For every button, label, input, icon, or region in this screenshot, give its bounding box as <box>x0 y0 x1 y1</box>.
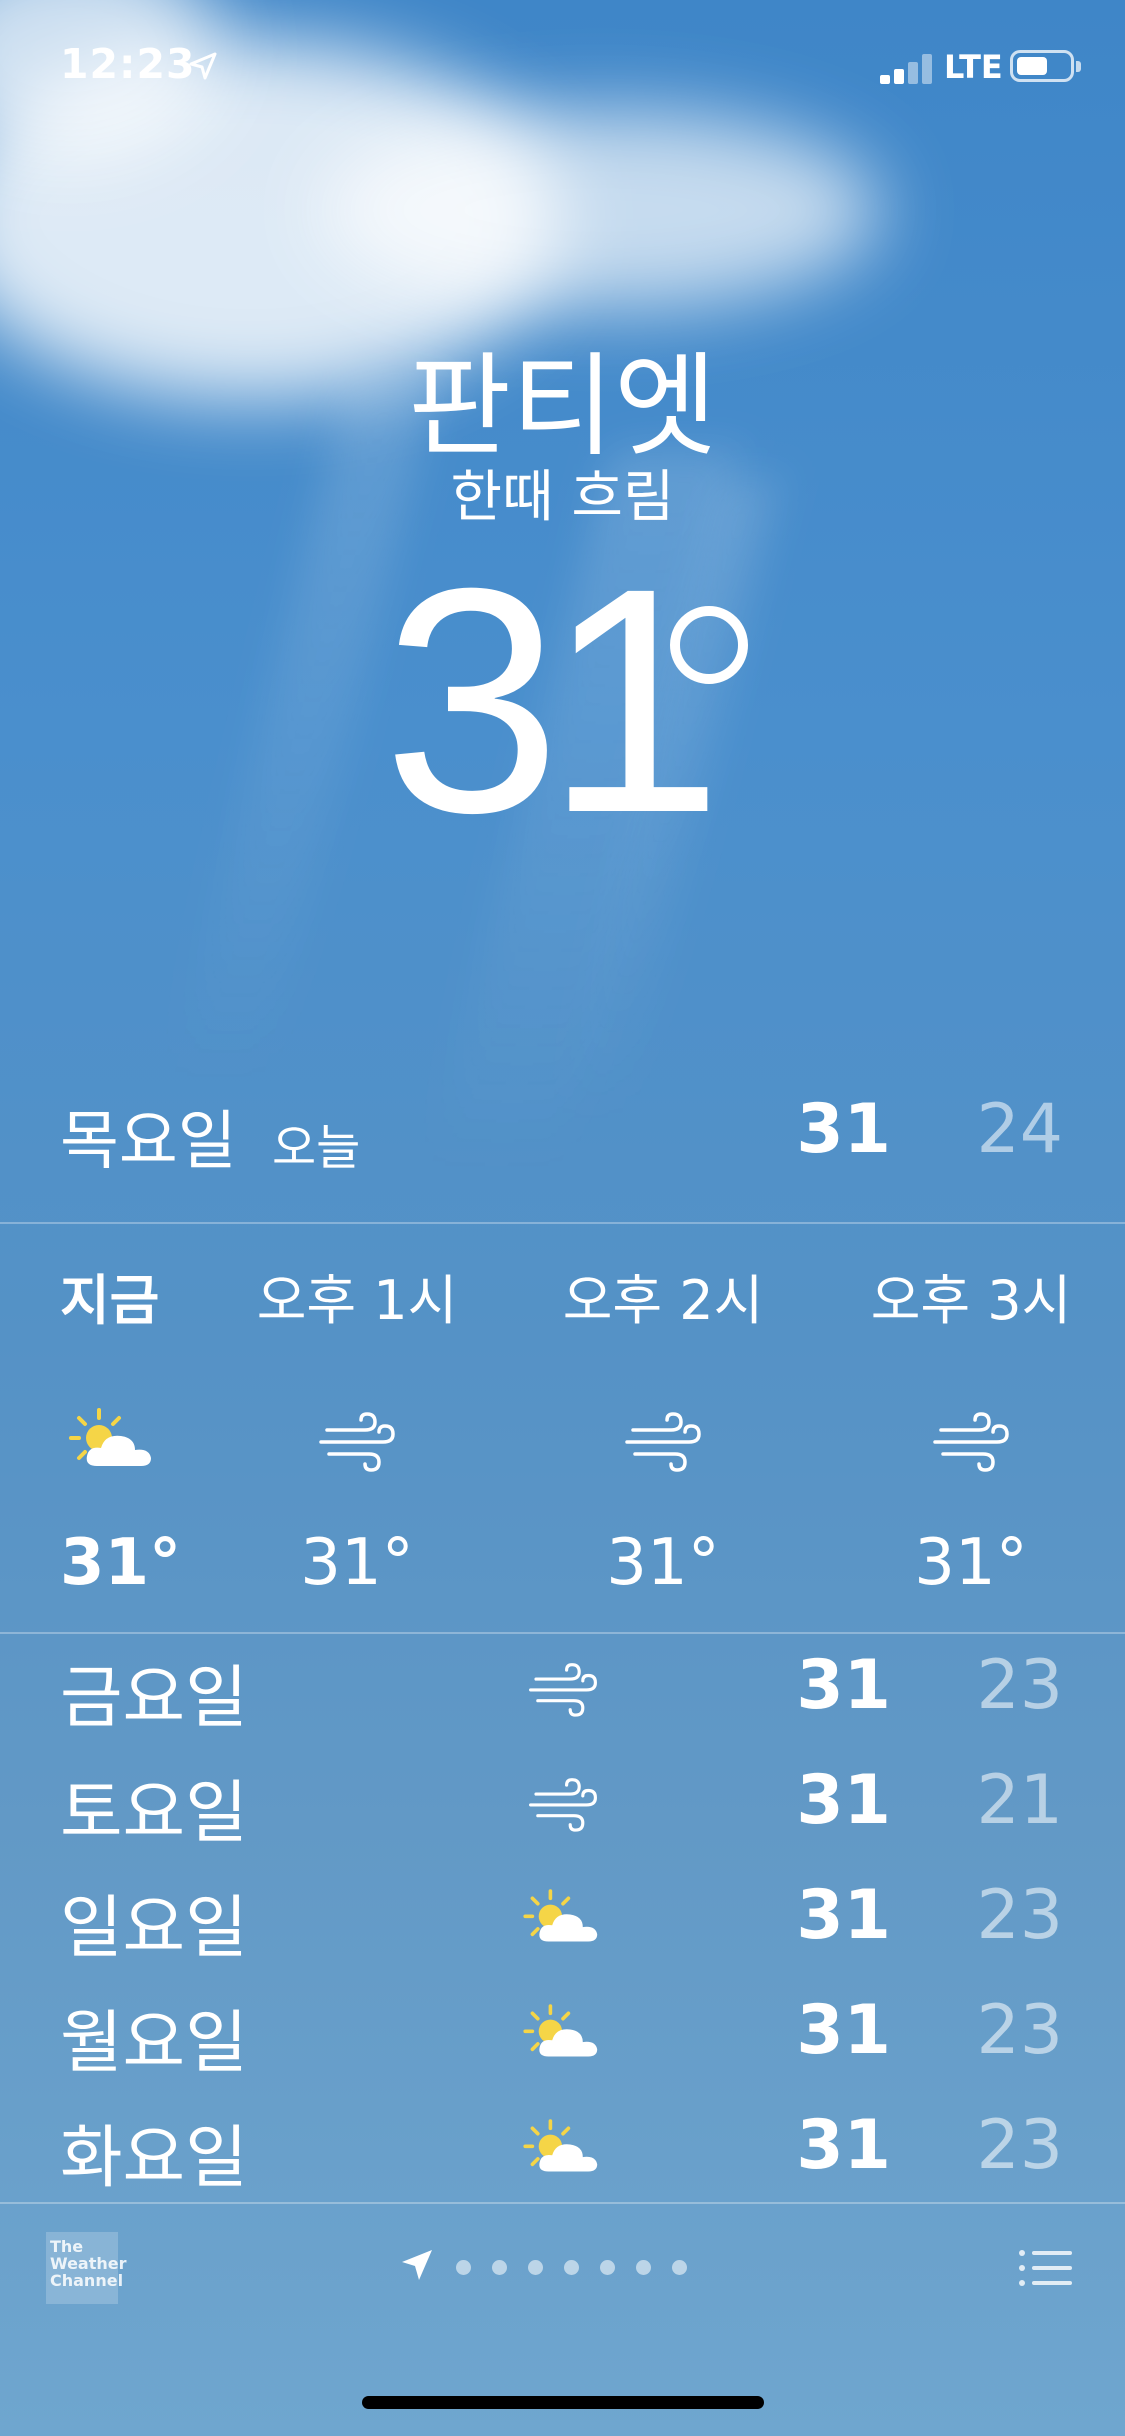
daily-high: 31 <box>796 1646 891 1725</box>
daily-high: 31 <box>796 1761 891 1840</box>
current-location-page-icon[interactable] <box>398 2246 436 2284</box>
daily-day-name: 화요일 <box>60 2119 248 2198</box>
city-list-icon[interactable] <box>1018 2248 1074 2288</box>
daily-row: 월요일 31 23 <box>0 1979 1125 2089</box>
daily-day-name: 금요일 <box>60 1659 248 1738</box>
battery-tip <box>1076 61 1081 72</box>
partly-cloudy-icon <box>69 1408 151 1466</box>
windy-icon <box>933 1412 1009 1472</box>
partly-cloudy-icon <box>523 2119 598 2172</box>
today-day-name: 목요일 <box>60 1105 237 1179</box>
hourly-forecast[interactable]: 지금 31° 오후 1시 31° 오후 2시 31° 오후 3시 31° <box>0 1222 1125 1632</box>
daily-row: 토요일 31 21 <box>0 1749 1125 1859</box>
daily-day-name: 월요일 <box>60 2004 248 2083</box>
daily-day-name: 토요일 <box>60 1774 248 1853</box>
daily-low: 23 <box>976 1991 1063 2070</box>
windy-icon <box>319 1412 395 1472</box>
hour-temp: 31° <box>914 1526 1028 1600</box>
windy-icon <box>529 1778 597 1832</box>
status-bar: 12:23 LTE <box>0 0 1125 140</box>
hour-temp: 31° <box>60 1526 182 1600</box>
daily-row: 금요일 31 23 <box>0 1634 1125 1744</box>
daily-high: 31 <box>796 2106 891 2185</box>
windy-icon <box>529 1663 597 1717</box>
today-high: 31 <box>796 1090 891 1169</box>
today-label: 오늘 <box>272 1120 361 1176</box>
status-time: 12:23 <box>60 40 196 88</box>
hour-label: 오후 3시 <box>870 1269 1072 1332</box>
daily-low: 23 <box>976 1876 1063 1955</box>
daily-high: 31 <box>796 1876 891 1955</box>
hour-label: 오후 2시 <box>562 1269 764 1332</box>
network-type: LTE <box>944 48 1003 86</box>
today-low: 24 <box>976 1090 1063 1169</box>
hour-temp: 31° <box>300 1526 414 1600</box>
signal-strength-icon <box>880 52 936 84</box>
daily-row: 화요일 31 23 <box>0 2094 1125 2204</box>
hour-temp: 31° <box>606 1526 720 1600</box>
daily-row: 일요일 31 23 <box>0 1864 1125 1974</box>
current-temperature: 31 <box>383 521 723 879</box>
hour-label: 지금 <box>60 1269 160 1332</box>
location-arrow-icon <box>189 52 217 80</box>
daily-high: 31 <box>796 1991 891 2070</box>
home-indicator[interactable] <box>362 2396 764 2409</box>
daily-low: 23 <box>976 1646 1063 1725</box>
hourly-item: 오후 1시 31° <box>252 1256 462 1616</box>
weather-channel-logo[interactable]: The Weather Channel <box>46 2232 127 2304</box>
hourly-item: 오후 3시 31° <box>866 1256 1076 1616</box>
partly-cloudy-icon <box>523 2004 598 2057</box>
hourly-item: 오후 2시 31° <box>558 1256 768 1616</box>
today-summary-row: 목요일 오늘 31 24 <box>0 1090 1125 1190</box>
daily-low: 23 <box>976 2106 1063 2185</box>
hour-label: 오후 1시 <box>256 1269 458 1332</box>
windy-icon <box>625 1412 701 1472</box>
daily-low: 21 <box>976 1761 1063 1840</box>
degree-symbol <box>670 606 748 684</box>
partly-cloudy-icon <box>523 1889 598 1942</box>
battery-icon <box>1010 50 1074 82</box>
hourly-item-now: 지금 31° <box>8 1256 218 1616</box>
daily-day-name: 일요일 <box>60 1889 248 1968</box>
